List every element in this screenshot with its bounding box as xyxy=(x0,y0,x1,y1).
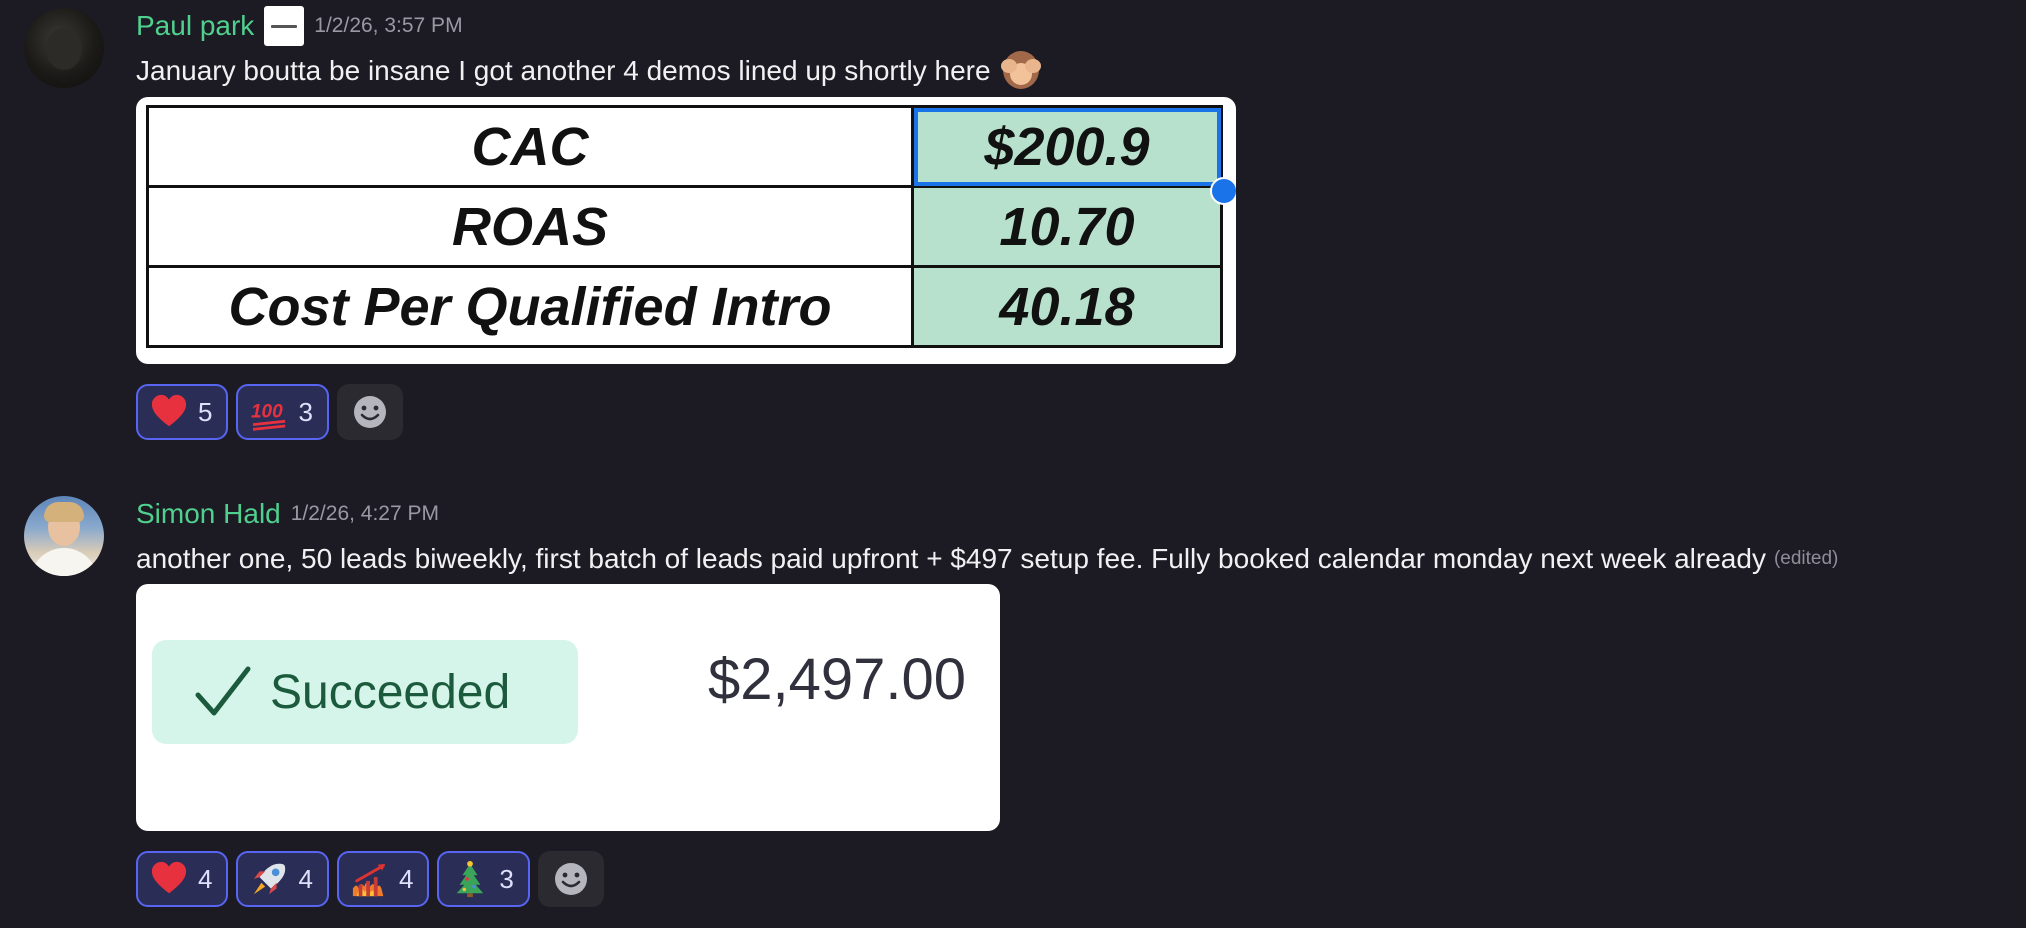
attachment-payment-image[interactable]: Succeeded $2,497.00 xyxy=(136,584,1000,831)
smiley-icon xyxy=(353,396,386,428)
heart-icon xyxy=(151,394,187,427)
edited-indicator: (edited) xyxy=(1773,548,1839,569)
message-text: January boutta be insane I got another 4… xyxy=(136,55,991,86)
attachment-spreadsheet-image[interactable]: CAC $200.9 ROAS 10.70 Cost Per Qualified… xyxy=(136,97,1236,364)
reaction-bar: 4 4 4 3 xyxy=(136,851,604,907)
username[interactable]: Paul park xyxy=(136,10,254,42)
christmas-tree-icon xyxy=(457,860,484,898)
metric-value: 40.18 xyxy=(911,265,1223,348)
payment-amount: $2,497.00 xyxy=(708,647,967,712)
add-reaction-button[interactable] xyxy=(336,384,403,440)
metric-label: CAC xyxy=(146,105,914,188)
chart-fire-icon xyxy=(352,863,386,897)
avatar[interactable] xyxy=(24,496,104,576)
timestamp: 1/2/26, 3:57 PM xyxy=(314,14,463,37)
reaction-count: 4 xyxy=(198,863,213,894)
avatar[interactable] xyxy=(24,8,104,88)
reaction-hundred[interactable]: 100 3 xyxy=(236,384,329,440)
heart-icon xyxy=(151,861,187,894)
metrics-table: CAC $200.9 ROAS 10.70 Cost Per Qualified… xyxy=(146,105,1223,348)
metric-label: Cost Per Qualified Intro xyxy=(146,265,914,348)
rocket-icon xyxy=(254,863,286,895)
metric-value: $200.9 xyxy=(911,105,1223,188)
table-row: Cost Per Qualified Intro 40.18 xyxy=(146,265,1223,348)
table-row: ROAS 10.70 xyxy=(146,185,1223,268)
see-no-evil-monkey-icon xyxy=(999,49,1043,93)
message-text: another one, 50 leads biweekly, first ba… xyxy=(136,543,1766,574)
reaction-count: 3 xyxy=(499,863,514,894)
username[interactable]: Simon Hald xyxy=(136,498,281,530)
reaction-chart-fire[interactable]: 4 xyxy=(336,851,430,907)
status-badge: Succeeded xyxy=(152,640,578,744)
message-content: another one, 50 leads biweekly, first ba… xyxy=(136,538,1838,580)
svg-text:100: 100 xyxy=(251,402,283,423)
reaction-count: 4 xyxy=(398,863,414,894)
table-row: CAC $200.9 xyxy=(146,105,1223,188)
reaction-rocket[interactable]: 4 xyxy=(236,851,329,907)
timestamp: 1/2/26, 4:27 PM xyxy=(290,502,439,525)
add-reaction-button[interactable] xyxy=(537,851,604,907)
server-tag-icon[interactable] xyxy=(264,6,305,46)
message-header: Paul park 1/2/26, 3:57 PM xyxy=(136,6,463,46)
reaction-christmas-tree[interactable]: 3 xyxy=(437,851,530,907)
reaction-bar: 5 100 3 xyxy=(136,384,403,440)
selection-handle xyxy=(1210,177,1236,205)
message-content: January boutta be insane I got another 4… xyxy=(136,48,1043,94)
reaction-count: 4 xyxy=(298,863,313,894)
checkmark-icon xyxy=(195,666,251,716)
metric-value: 10.70 xyxy=(911,185,1223,268)
reaction-heart[interactable]: 5 xyxy=(136,384,229,440)
metric-label: ROAS xyxy=(146,185,914,268)
payment-status: Succeeded xyxy=(270,665,511,719)
smiley-icon xyxy=(554,863,587,895)
reaction-heart[interactable]: 4 xyxy=(136,851,229,907)
reaction-count: 5 xyxy=(198,396,213,427)
reaction-count: 3 xyxy=(298,396,313,427)
message-header: Simon Hald 1/2/26, 4:27 PM xyxy=(136,494,439,534)
hundred-points-icon: 100 xyxy=(251,402,286,431)
